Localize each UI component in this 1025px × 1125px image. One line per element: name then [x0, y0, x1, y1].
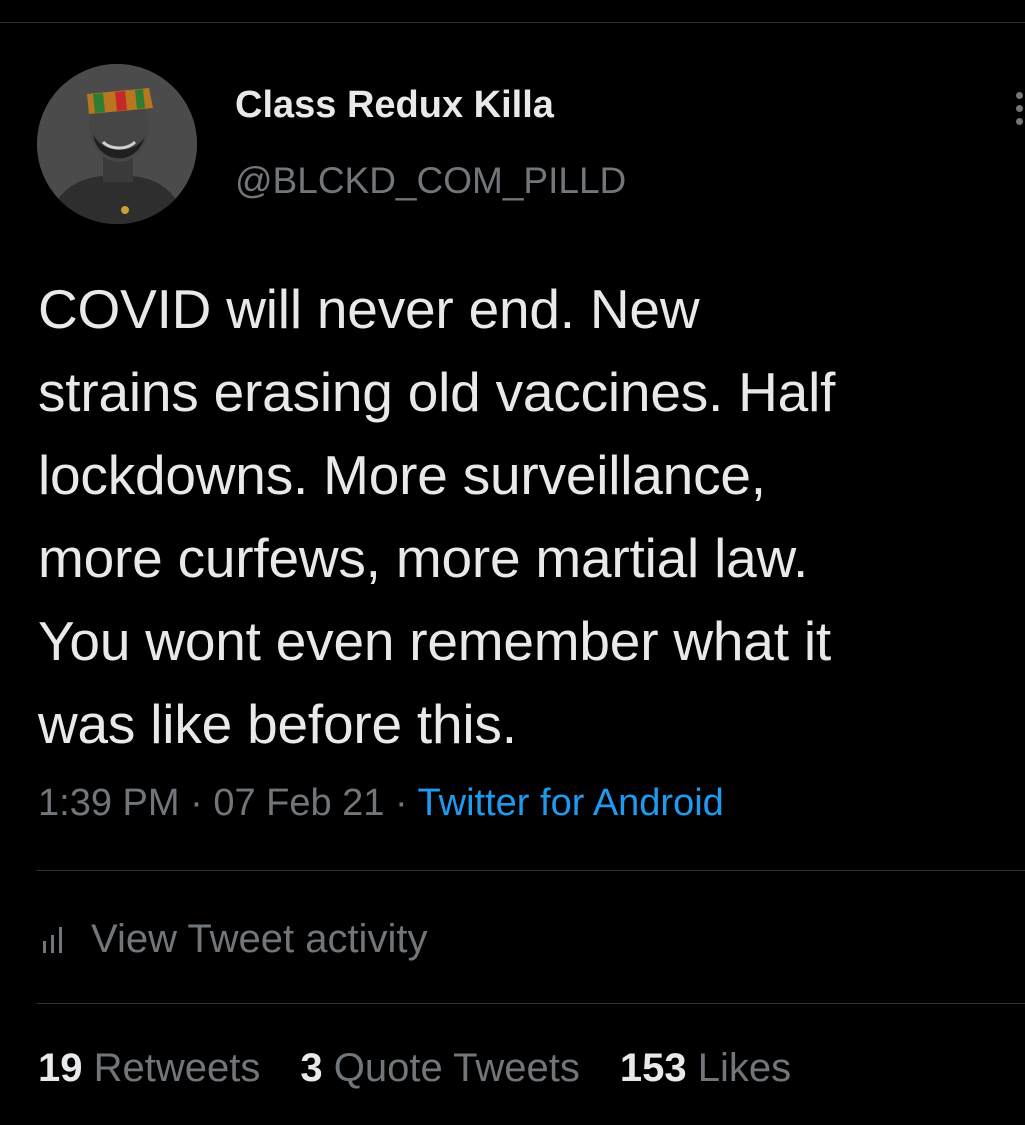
likes-label: Likes	[697, 1046, 792, 1090]
bar-chart-icon	[43, 927, 62, 953]
tweet-time[interactable]: 1:39 PM	[38, 782, 180, 824]
tweet-date[interactable]: 07 Feb 21	[213, 782, 384, 824]
more-dot-icon	[1016, 92, 1023, 99]
tweet-source-link[interactable]: Twitter for Android	[418, 782, 724, 824]
retweets-label: Retweets	[93, 1046, 261, 1090]
retweets-count: 19	[38, 1046, 83, 1090]
quote-tweets-stat[interactable]: 3 Quote Tweets	[300, 1046, 579, 1091]
avatar[interactable]	[37, 64, 197, 224]
more-dot-icon	[1016, 118, 1023, 125]
divider	[37, 870, 1025, 871]
author-handle[interactable]: @BLCKD_COM_PILLD	[235, 160, 626, 202]
tweet-text: COVID will never end. New strains erasin…	[38, 278, 836, 755]
retweets-stat[interactable]: 19 Retweets	[38, 1046, 260, 1091]
view-tweet-activity-button[interactable]: View Tweet activity	[37, 912, 427, 966]
likes-count: 153	[619, 1046, 687, 1090]
more-options-button[interactable]	[1008, 88, 1025, 128]
quote-tweets-count: 3	[300, 1046, 323, 1090]
divider	[37, 1003, 1025, 1004]
meta-separator: ·	[395, 782, 408, 824]
top-divider	[0, 22, 1025, 23]
more-dot-icon	[1016, 105, 1023, 112]
meta-separator: ·	[190, 782, 203, 824]
avatar-image	[37, 64, 197, 224]
author-display-name[interactable]: Class Redux Killa	[235, 84, 554, 127]
view-tweet-activity-label: View Tweet activity	[91, 916, 428, 961]
likes-stat[interactable]: 153 Likes	[620, 1046, 791, 1091]
tweet-stats: 19 Retweets 3 Quote Tweets 153 Likes	[38, 1046, 831, 1091]
tweet-meta: 1:39 PM · 07 Feb 21 · Twitter for Androi…	[38, 782, 724, 825]
quote-tweets-label: Quote Tweets	[333, 1046, 580, 1090]
